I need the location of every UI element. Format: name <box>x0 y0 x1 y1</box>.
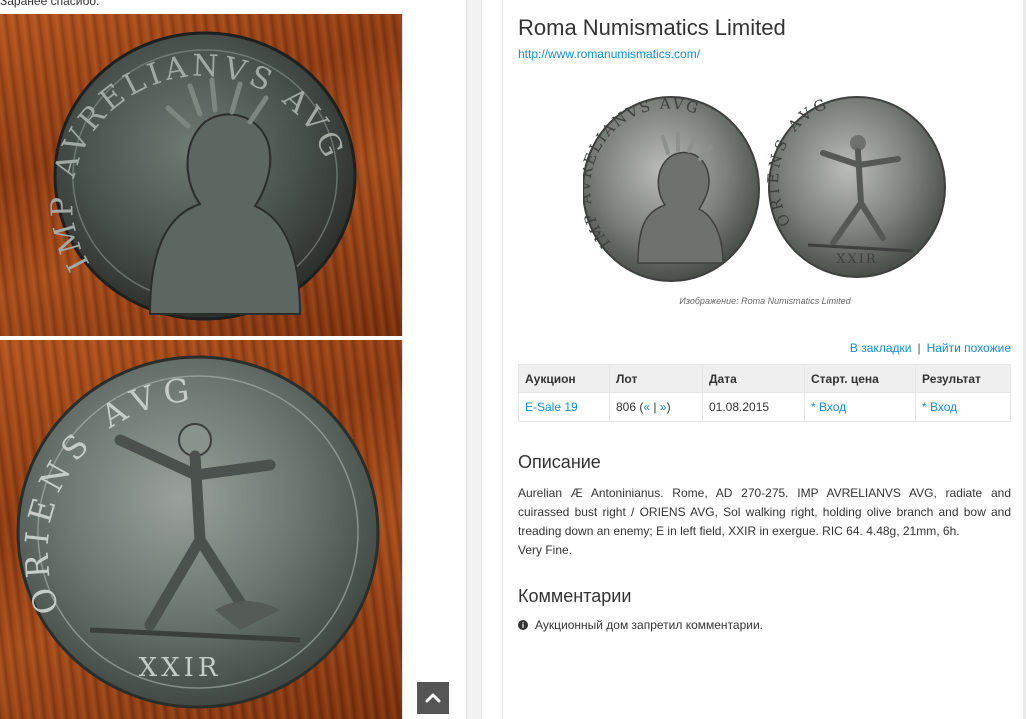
pane-divider <box>466 0 482 719</box>
auction-link[interactable]: E-Sale 19 <box>525 400 578 414</box>
description-heading: Описание <box>518 452 601 472</box>
post-text: Заранее спасибо. <box>0 0 100 8</box>
description-grade: Very Fine. <box>518 543 573 557</box>
col-result-header: Результат <box>915 364 1011 393</box>
coin-photo-obverse[interactable]: IMP AVRELIANVS AVG <box>0 14 403 336</box>
start-price-login-link[interactable]: * Вход <box>811 400 846 414</box>
lot-number: 806 <box>616 400 637 414</box>
forum-post-pane: Заранее спасибо. IMP AVRELIANVS AVG ORIE… <box>0 0 466 719</box>
comments-heading: Комментарии <box>518 586 632 606</box>
col-lot-header: Лот <box>609 364 703 393</box>
comments-note-text: Аукционный дом запретил комментарии. <box>535 618 764 632</box>
lot-next-link[interactable]: » <box>660 400 667 414</box>
comments-disabled-note: i Аукционный дом запретил комментарии. <box>518 618 763 632</box>
coin-image-exergue: XXIR <box>836 252 877 267</box>
auction-info-pane: Roma Numismatics Limited http://www.roma… <box>502 0 1026 719</box>
lot-prev-link[interactable]: « <box>643 400 650 414</box>
info-circle-icon: i <box>518 620 528 630</box>
col-auction-header: Аукцион <box>518 364 610 393</box>
auction-house-link[interactable]: http://www.romanumismatics.com/ <box>518 47 700 61</box>
result-cell: * Вход <box>915 392 1011 422</box>
description-text: Aurelian Æ Antoninianus. Rome, AD 270-27… <box>518 484 1011 560</box>
description-body: Aurelian Æ Antoninianus. Rome, AD 270-27… <box>518 486 1011 538</box>
scroll-to-top-button[interactable] <box>417 682 449 714</box>
coin-image[interactable]: IMP AVRELIANVS AVG ORIENS AVG XXIR <box>576 93 949 283</box>
image-caption: Изображение: Roma Numismatics Limited <box>679 296 851 306</box>
lot-cell: 806 (« | ») <box>609 392 703 422</box>
lot-nav-separator: | <box>653 400 657 414</box>
col-date-header: Дата <box>702 364 805 393</box>
start-price-cell: * Вход <box>804 392 916 422</box>
find-similar-link[interactable]: Найти похожие <box>927 341 1011 355</box>
coin-obverse-drawing: IMP AVRELIANVS AVG <box>45 31 357 321</box>
chevron-up-icon <box>425 693 441 703</box>
item-actions: В закладки | Найти похожие <box>850 341 1011 355</box>
auction-cell: E-Sale 19 <box>518 392 610 422</box>
bookmark-link[interactable]: В закладки <box>850 341 912 355</box>
date-cell: 01.08.2015 <box>702 392 805 422</box>
reverse-exergue-text: XXIR <box>139 653 222 683</box>
table-row: E-Sale 19 806 (« | ») 01.08.2015 * Вход … <box>518 392 1011 422</box>
col-start-price-header: Старт. цена <box>804 364 916 393</box>
table-header-row: Аукцион Лот Дата Старт. цена Результат <box>518 364 1011 393</box>
actions-separator: | <box>917 341 921 355</box>
auction-house-title: Roma Numismatics Limited <box>518 15 786 40</box>
auction-table: Аукцион Лот Дата Старт. цена Результат E… <box>518 364 1011 422</box>
coin-image-drawing: IMP AVRELIANVS AVG ORIENS AVG XXIR <box>576 94 946 282</box>
coin-reverse-drawing: ORIENS AVG XXIR <box>16 355 380 709</box>
result-login-link[interactable]: * Вход <box>922 400 957 414</box>
coin-photo-reverse[interactable]: ORIENS AVG XXIR <box>0 340 403 719</box>
